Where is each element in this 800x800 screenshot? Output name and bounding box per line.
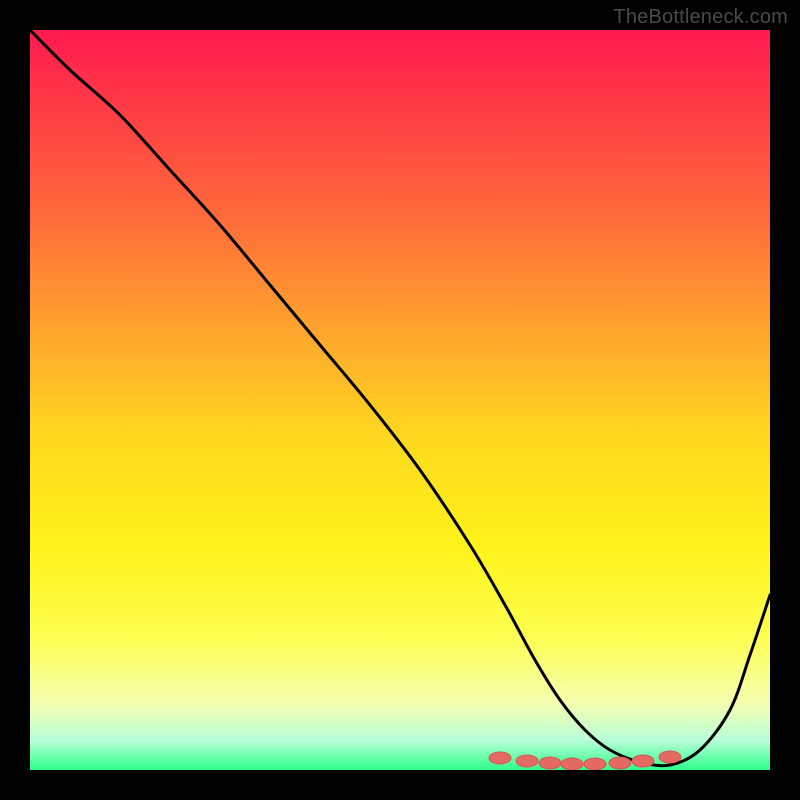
curve-svg [30,30,770,770]
curve-marker [659,751,681,763]
marker-group [489,751,681,770]
chart-frame: TheBottleneck.com [0,0,800,800]
curve-marker [632,755,654,767]
curve-marker [609,757,631,769]
curve-marker [516,755,538,767]
curve-marker [489,752,511,764]
watermark-text: TheBottleneck.com [613,6,788,29]
curve-marker [584,758,606,770]
plot-area [30,30,770,770]
curve-marker [539,757,561,769]
curve-marker [561,758,583,770]
bottleneck-curve [30,30,770,766]
